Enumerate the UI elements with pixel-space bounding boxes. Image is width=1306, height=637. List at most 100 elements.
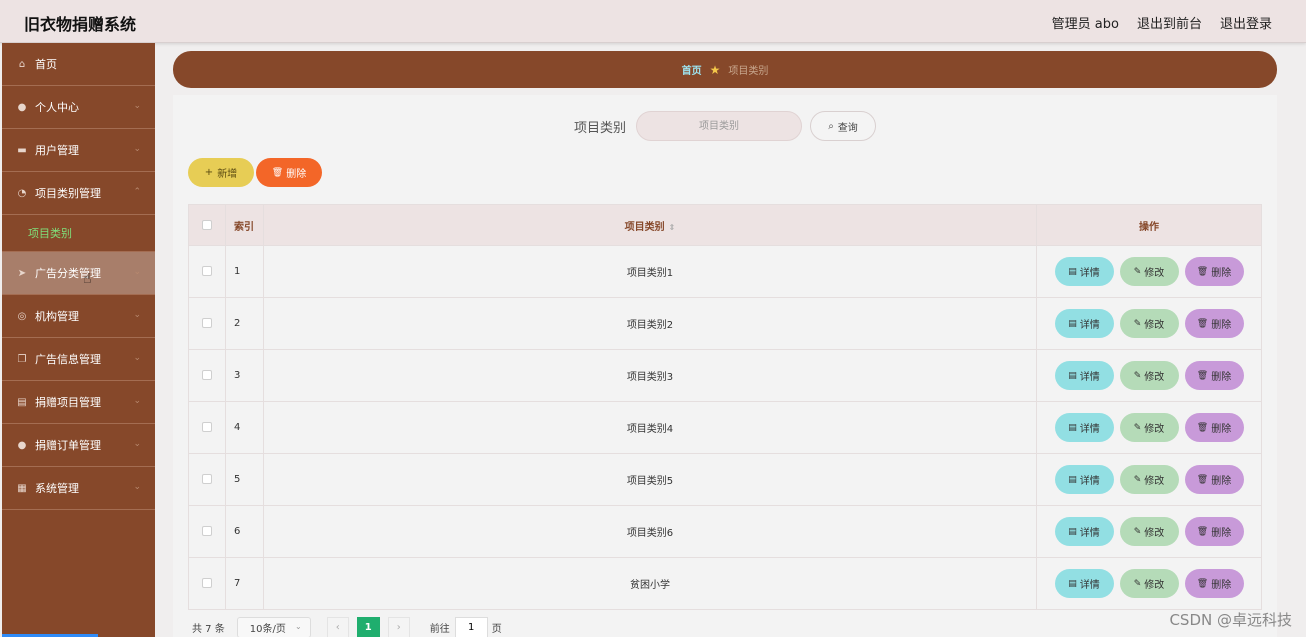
batch-delete-button[interactable]: 🗑 删除 [256, 158, 322, 187]
breadcrumb-current: 项目类别 [728, 66, 769, 77]
table-header-row: 索引 项目类别 ⇕ 操作 [188, 204, 1262, 246]
sidebar-item-donation-project[interactable]: ▤ 捐赠项目管理 ⌄ [2, 381, 155, 424]
detail-button[interactable]: ▤ 详情 [1054, 413, 1114, 442]
add-button[interactable]: + 新增 [188, 158, 254, 187]
breadcrumb-home[interactable]: 首页 [682, 62, 702, 77]
delete-button[interactable]: 🗑 删除 [1184, 413, 1244, 442]
row-ops: ▤ 详情 ✎ 修改 🗑 删除 [1036, 349, 1262, 402]
sidebar-item-system[interactable]: ▦ 系统管理 ⌄ [2, 467, 155, 510]
row-check-cell [188, 557, 226, 610]
chevron-down-icon: ⌄ [133, 396, 141, 406]
search-row: 项目类别 ⌕ 查询 [173, 111, 1277, 141]
detail-button[interactable]: ▤ 详情 [1054, 465, 1114, 494]
delete-button[interactable]: 🗑 删除 [1184, 517, 1244, 546]
edit-button[interactable]: ✎ 修改 [1119, 569, 1179, 598]
select-all-checkbox[interactable] [202, 219, 212, 230]
search-input[interactable] [636, 111, 802, 141]
copy-icon: ❐ [17, 353, 27, 365]
sidebar-item-label: 系统管理 [35, 482, 79, 495]
user-icon: ● [17, 101, 27, 113]
sidebar: ⌂ 首页 ● 个人中心 ⌄ ▬ 用户管理 ⌄ ◔ 项目类别管理 ⌃ 项目类别 ➤… [2, 43, 155, 637]
delete-button[interactable]: 🗑 删除 [1184, 361, 1244, 390]
watermark: CSDN @卓远科技 [1169, 611, 1292, 629]
sidebar-subitem-category[interactable]: 项目类别 [2, 215, 155, 252]
edit-button[interactable]: ✎ 修改 [1119, 413, 1179, 442]
search-label: 项目类别 [573, 120, 626, 136]
header-index: 索引 [225, 204, 264, 246]
row-checkbox[interactable] [202, 474, 212, 484]
edit-button[interactable]: ✎ 修改 [1119, 517, 1179, 546]
top-right-menu: 管理员 abo 退出到前台 退出登录 [1052, 13, 1272, 32]
trash-icon: 🗑 [271, 167, 284, 178]
page-number-current[interactable]: 1 [356, 617, 380, 637]
row-checkbox[interactable] [202, 422, 212, 432]
table-body: 1 项目类别1 ▤ 详情 ✎ 修改 🗑 删除 2 项目类别2 ▤ 详情 ✎ 修改 🗑 删除 3 项目类别3 ▤ 详情 ✎… [188, 245, 1262, 610]
edit-button[interactable]: ✎ 修改 [1119, 361, 1179, 390]
search-icon: ⌕ [828, 120, 834, 132]
back-to-front-link[interactable]: 退出到前台 [1137, 13, 1202, 32]
sidebar-item-ad-category[interactable]: ➤ 广告分类管理 ⌄ [2, 252, 155, 295]
detail-button[interactable]: ▤ 详情 [1054, 309, 1114, 338]
row-checkbox[interactable] [202, 318, 212, 328]
pencil-icon: ✎ [1133, 266, 1142, 277]
table-row: 1 项目类别1 ▤ 详情 ✎ 修改 🗑 删除 [188, 245, 1262, 298]
sidebar-item-label: 首页 [35, 58, 57, 71]
row-ops: ▤ 详情 ✎ 修改 🗑 删除 [1036, 245, 1262, 298]
trash-icon: 🗑 [1196, 318, 1209, 329]
chevron-down-icon: ⌄ [133, 353, 141, 363]
header-ops: 操作 [1036, 204, 1262, 246]
table-row: 6 项目类别6 ▤ 详情 ✎ 修改 🗑 删除 [188, 505, 1262, 558]
row-checkbox[interactable] [202, 526, 212, 536]
delete-button[interactable]: 🗑 删除 [1184, 309, 1244, 338]
row-ops: ▤ 详情 ✎ 修改 🗑 删除 [1036, 453, 1262, 506]
row-index: 7 [225, 557, 264, 610]
detail-button[interactable]: ▤ 详情 [1054, 517, 1114, 546]
prev-page-button[interactable]: ‹ [326, 617, 349, 637]
sidebar-item-category-mgmt[interactable]: ◔ 项目类别管理 ⌃ [2, 172, 155, 215]
trash-icon: 🗑 [1196, 474, 1209, 485]
delete-button[interactable]: 🗑 删除 [1184, 257, 1244, 286]
sidebar-item-profile[interactable]: ● 个人中心 ⌄ [2, 86, 155, 129]
edit-button[interactable]: ✎ 修改 [1119, 465, 1179, 494]
detail-button[interactable]: ▤ 详情 [1054, 361, 1114, 390]
delete-button[interactable]: 🗑 删除 [1184, 569, 1244, 598]
query-button[interactable]: ⌕ 查询 [810, 111, 876, 141]
sidebar-item-users[interactable]: ▬ 用户管理 ⌄ [2, 129, 155, 172]
main-panel: 项目类别 ⌕ 查询 + 新增 🗑 删除 索引 项目类别⇕ 操作 1 项目类别 1 ▤详… [173, 95, 1277, 637]
chevron-up-icon: ⌃ [133, 187, 141, 197]
sidebar-item-label: 机构管理 [35, 310, 79, 323]
sidebar-item-label: 用户管理 [35, 144, 79, 157]
delete-button[interactable]: 🗑 删除 [1184, 465, 1244, 494]
gauge-icon: ◔ [17, 187, 27, 199]
sidebar-item-donation-order[interactable]: ● 捐赠订单管理 ⌄ [2, 424, 155, 467]
row-index: 1 [225, 245, 264, 298]
next-page-button[interactable]: › [387, 617, 410, 637]
top-bar: 旧衣物捐赠系统 管理员 abo 退出到前台 退出登录 [0, 0, 1306, 43]
row-name: 项目类别4 [263, 401, 1037, 454]
sidebar-item-home[interactable]: ⌂ 首页 [2, 43, 155, 86]
chevron-down-icon: ⌄ [133, 439, 141, 449]
edit-button[interactable]: ✎ 修改 [1119, 309, 1179, 338]
row-checkbox[interactable] [202, 578, 212, 588]
table-row: 5 项目类别5 ▤ 详情 ✎ 修改 🗑 删除 [188, 453, 1262, 506]
document-icon: ▤ [17, 396, 27, 408]
pencil-icon: ✎ [1133, 578, 1142, 589]
goto-page-input[interactable] [454, 617, 488, 637]
edit-button[interactable]: ✎ 修改 [1119, 257, 1179, 286]
logout-link[interactable]: 退出登录 [1220, 13, 1272, 32]
row-checkbox[interactable] [202, 370, 212, 380]
pagination: 共 7 条 10条/页 ⌄ ‹ 1 › 前往 页 [192, 617, 502, 637]
sort-icon[interactable]: ⇕ [669, 223, 676, 232]
header-name[interactable]: 项目类别 ⇕ [263, 204, 1037, 246]
detail-button[interactable]: ▤ 详情 [1054, 569, 1114, 598]
page-size-select[interactable]: 10条/页 ⌄ [236, 617, 311, 637]
action-row: + 新增 🗑 删除 [188, 158, 322, 187]
sidebar-item-ad-info[interactable]: ❐ 广告信息管理 ⌄ [2, 338, 155, 381]
table-row: 2 项目类别2 ▤ 详情 ✎ 修改 🗑 删除 [188, 297, 1262, 350]
document-icon: ▤ [1068, 266, 1077, 277]
sidebar-item-org[interactable]: ◎ 机构管理 ⌄ [2, 295, 155, 338]
chevron-down-icon: ⌄ [133, 310, 141, 320]
row-checkbox[interactable] [202, 266, 212, 276]
document-icon: ▤ [1068, 578, 1077, 589]
detail-button[interactable]: ▤ 详情 [1054, 257, 1114, 286]
